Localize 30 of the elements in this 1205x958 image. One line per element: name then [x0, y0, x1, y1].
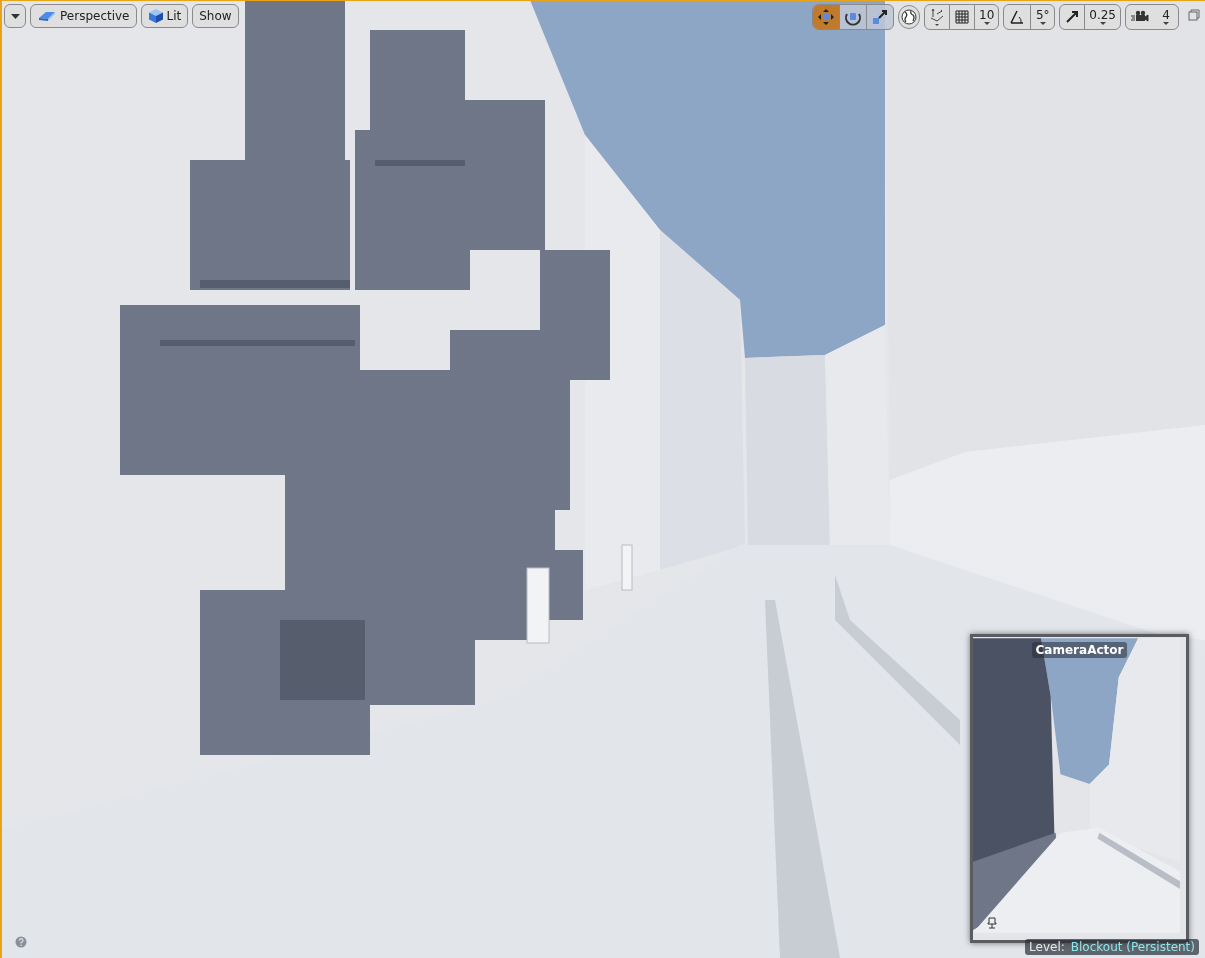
restore-window-icon[interactable]	[1188, 9, 1200, 21]
move-arrows-icon	[817, 8, 835, 26]
perspective-button[interactable]: Perspective	[30, 4, 137, 28]
translate-tool-button[interactable]	[813, 5, 839, 29]
pin-icon[interactable]	[987, 917, 997, 929]
lit-mode-button[interactable]: Lit	[140, 4, 189, 28]
show-menu-button[interactable]: Show	[192, 4, 239, 28]
caret-icon	[1099, 22, 1106, 25]
caret-icon	[1039, 22, 1046, 25]
caret-icon	[983, 22, 990, 25]
level-label: Level:	[1029, 940, 1065, 954]
cube-icon	[147, 8, 164, 24]
options-menu-button[interactable]	[4, 4, 26, 28]
caret-icon	[10, 13, 20, 19]
grid-icon	[955, 10, 969, 24]
help-icon[interactable]	[15, 936, 27, 948]
angle-icon	[1009, 9, 1026, 25]
camera-speed-value[interactable]: 4	[1154, 5, 1178, 29]
rotation-snap-value[interactable]: 5°	[1030, 5, 1055, 29]
scale-arrow-icon	[871, 8, 889, 26]
movie-camera-icon	[1131, 10, 1149, 24]
scale-snap-value[interactable]: 0.25	[1084, 5, 1120, 29]
diagonal-arrow-icon	[1065, 10, 1080, 24]
caret-icon	[1163, 22, 1169, 25]
camera-name: CameraActor	[1031, 642, 1128, 658]
eraser-icon	[37, 10, 57, 22]
level-name[interactable]: Blockout (Persistent)	[1070, 940, 1195, 954]
grid-snap-value[interactable]: 10	[974, 5, 999, 29]
globe-icon	[901, 9, 917, 25]
surface-snap-icon	[929, 8, 945, 26]
